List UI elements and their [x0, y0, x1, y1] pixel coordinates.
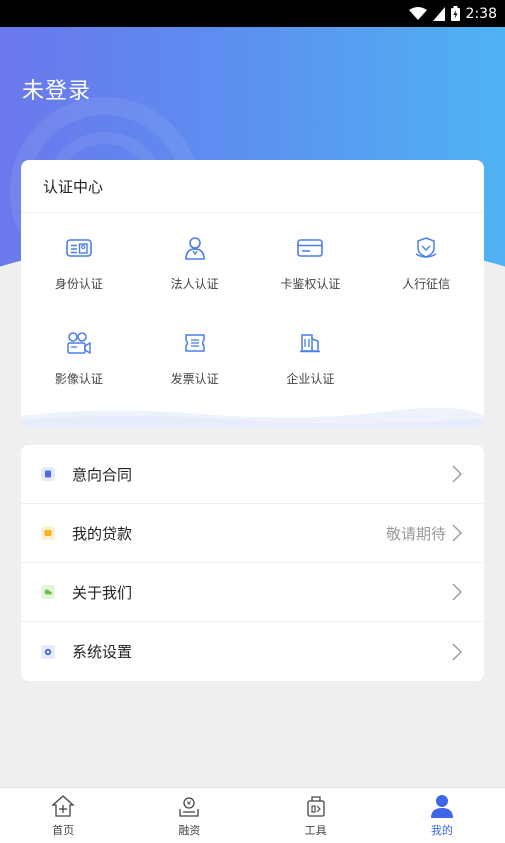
card-wave-decoration [21, 407, 484, 428]
certification-center-title: 认证中心 [21, 160, 484, 213]
invoice-icon [181, 330, 209, 356]
svg-text:¥: ¥ [187, 800, 192, 808]
chevron-right-icon [452, 465, 462, 483]
loan-icon [41, 526, 55, 540]
wifi-icon [408, 6, 427, 21]
nav-label-home: 首页 [52, 824, 75, 837]
cert-item-card-auth[interactable]: 卡鉴权认证 [253, 231, 369, 326]
building-icon [296, 330, 324, 356]
cert-label-credit: 人行征信 [402, 277, 451, 291]
person-icon [181, 235, 209, 261]
menu-right-my-loans: 敬请期待 [385, 524, 446, 543]
chevron-right-icon [452, 643, 462, 660]
nav-label-finance: 融资 [178, 824, 201, 837]
home-icon [50, 793, 76, 819]
cert-item-legal-person[interactable]: 法人认证 [137, 231, 253, 326]
video-camera-icon [65, 330, 93, 356]
id-card-icon [65, 235, 93, 261]
certification-center-card: 认证中心 身份认证 法人认证 卡鉴权认证 人行征信 影像认证 发票认证 企业认证 [21, 160, 484, 428]
menu-item-system-settings[interactable]: 系统设置 [21, 622, 484, 681]
cert-label-legal-person: 法人认证 [170, 277, 219, 291]
finance-icon: ¥ [176, 793, 202, 819]
credit-shield-icon [412, 235, 440, 261]
cert-item-identity[interactable]: 身份认证 [21, 231, 137, 326]
menu-item-my-loans[interactable]: 我的贷款 敬请期待 [21, 504, 484, 563]
bottom-navigation: 首页 ¥ 融资 工具 我的 [0, 787, 505, 843]
menu-label-intent-contract: 意向合同 [72, 465, 133, 484]
cert-item-credit[interactable]: 人行征信 [368, 231, 484, 326]
nav-tab-home[interactable]: 首页 [0, 788, 126, 843]
signal-icon [432, 6, 445, 21]
menu-label-my-loans: 我的贷款 [72, 524, 133, 543]
cert-label-card-auth: 卡鉴权认证 [280, 277, 341, 291]
cert-label-video: 影像认证 [54, 372, 103, 386]
cert-label-identity: 身份认证 [54, 277, 103, 291]
nav-tab-finance[interactable]: ¥ 融资 [126, 788, 252, 843]
menu-label-about-us: 关于我们 [72, 583, 133, 602]
settings-icon [41, 644, 55, 659]
tools-icon [303, 793, 329, 819]
menu-list-card: 意向合同 我的贷款 敬请期待 关于我们 系统设置 [21, 445, 484, 681]
nav-tab-profile[interactable]: 我的 [379, 788, 505, 843]
cert-label-invoice: 发票认证 [170, 372, 219, 386]
profile-icon [429, 793, 455, 819]
cert-label-enterprise: 企业认证 [286, 372, 335, 386]
menu-item-about-us[interactable]: 关于我们 [21, 563, 484, 622]
bank-card-icon [296, 235, 324, 261]
battery-icon [450, 6, 460, 21]
menu-item-intent-contract[interactable]: 意向合同 [21, 445, 484, 504]
login-status-title[interactable]: 未登录 [22, 73, 91, 105]
status-time: 2:38 [465, 5, 497, 22]
status-bar: 2:38 [0, 0, 505, 27]
nav-label-profile: 我的 [430, 824, 453, 837]
nav-label-tools: 工具 [304, 824, 327, 837]
menu-label-system-settings: 系统设置 [72, 643, 133, 661]
about-icon [41, 585, 55, 599]
certification-grid: 身份认证 法人认证 卡鉴权认证 人行征信 影像认证 发票认证 企业认证 [21, 213, 484, 421]
chevron-right-icon [452, 524, 462, 542]
contract-icon [41, 467, 55, 481]
chevron-right-icon [452, 583, 462, 601]
nav-tab-tools[interactable]: 工具 [253, 788, 379, 843]
